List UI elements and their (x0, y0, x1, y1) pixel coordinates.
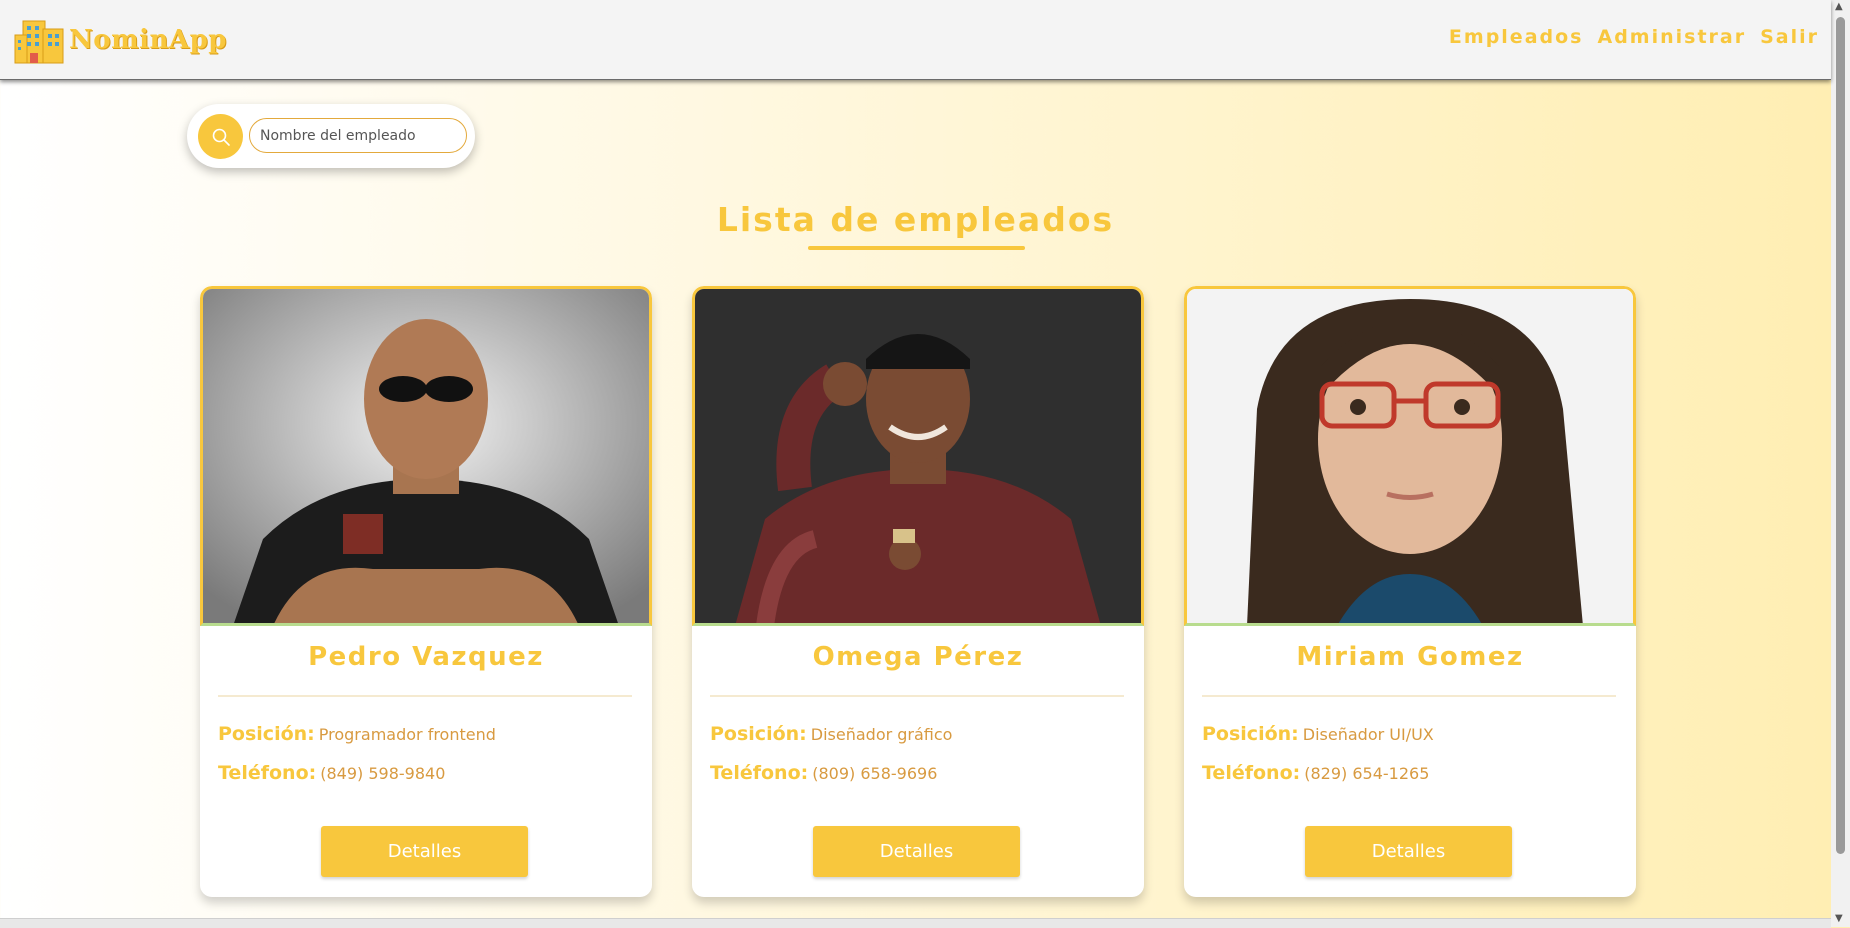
vertical-scrollbar[interactable]: ▲ ▼ (1831, 0, 1850, 927)
scroll-thumb[interactable] (1836, 17, 1845, 854)
card-divider (1202, 695, 1616, 697)
employee-photo (200, 286, 652, 626)
search-box (187, 104, 475, 168)
phone-label: Teléfono: (710, 762, 809, 784)
employee-name: Pedro Vazquez (308, 642, 544, 672)
details-button[interactable]: Detalles (813, 826, 1020, 877)
position-label: Posición: (710, 723, 807, 745)
position-row: Posición: Diseñador UI/UX (1202, 723, 1434, 745)
position-label: Posición: (1202, 723, 1299, 745)
phone-value: (849) 598-9840 (320, 764, 446, 783)
position-label: Posición: (218, 723, 315, 745)
card-divider (710, 695, 1124, 697)
employee-name: Miriam Gomez (1296, 642, 1524, 672)
nav-administrar[interactable]: Administrar (1597, 26, 1746, 48)
employee-photo (1184, 286, 1636, 626)
employee-card: Miriam Gomez Posición: Diseñador UI/UX Te… (1184, 286, 1636, 897)
app-logo[interactable]: NominApp (13, 14, 227, 66)
search-input[interactable] (249, 118, 467, 153)
phone-value: (809) 658-9696 (812, 764, 938, 783)
phone-label: Teléfono: (1202, 762, 1301, 784)
search-icon (212, 128, 230, 146)
phone-value: (829) 654-1265 (1304, 764, 1430, 783)
page-title: Lista de empleados (716, 200, 1115, 239)
phone-row: Teléfono: (809) 658-9696 (710, 762, 937, 784)
navbar: NominApp Empleados Administrar Salir (0, 0, 1831, 80)
phone-label: Teléfono: (218, 762, 317, 784)
phone-row: Teléfono: (849) 598-9840 (218, 762, 445, 784)
employee-photo (692, 286, 1144, 626)
building-icon (14, 20, 64, 64)
nav-empleados[interactable]: Empleados (1449, 26, 1584, 48)
position-value: Diseñador gráfico (810, 725, 953, 744)
search-button[interactable] (198, 114, 243, 159)
employee-name: Omega Pérez (812, 642, 1024, 672)
position-value: Diseñador UI/UX (1302, 725, 1434, 744)
details-button[interactable]: Detalles (321, 826, 528, 877)
nav-links: Empleados Administrar Salir (1449, 26, 1819, 48)
position-row: Posición: Programador frontend (218, 723, 496, 745)
nav-salir[interactable]: Salir (1760, 26, 1819, 48)
card-divider (218, 695, 632, 697)
scroll-up-icon[interactable]: ▲ (1835, 2, 1843, 12)
position-row: Posición: Diseñador gráfico (710, 723, 952, 745)
employee-card: Pedro Vazquez Posición: Programador front… (200, 286, 652, 897)
phone-row: Teléfono: (829) 654-1265 (1202, 762, 1429, 784)
employee-card: Omega Pérez Posición: Diseñador gráfico T… (692, 286, 1144, 897)
scroll-down-icon[interactable]: ▼ (1835, 914, 1843, 924)
position-value: Programador frontend (318, 725, 496, 744)
details-button[interactable]: Detalles (1305, 826, 1512, 877)
title-underline (808, 246, 1025, 250)
app-name: NominApp (69, 25, 227, 55)
